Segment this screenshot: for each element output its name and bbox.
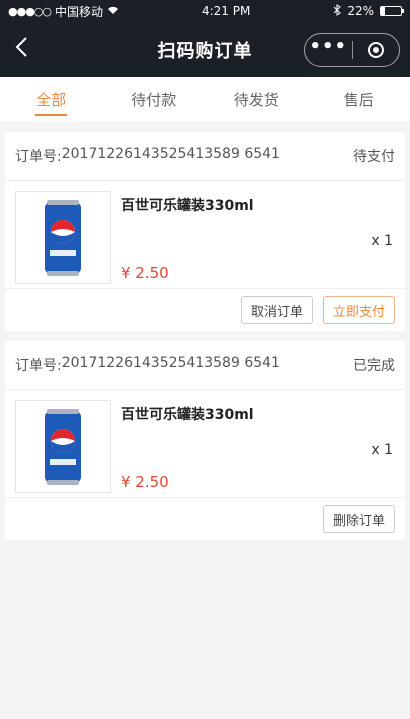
carrier-label: 中国移动: [55, 4, 104, 19]
tab-after-sales[interactable]: 售后: [308, 77, 410, 122]
target-icon: [367, 41, 384, 58]
tab-pending-payment[interactable]: 待付款: [103, 77, 206, 122]
product-image: [15, 191, 111, 284]
order-item[interactable]: 百世可乐罐装330ml ¥ 2.50 x 1: [5, 181, 405, 289]
close-miniprogram-button[interactable]: [353, 34, 400, 66]
more-button[interactable]: •••: [305, 34, 352, 66]
miniprogram-capsule: •••: [304, 32, 400, 67]
more-dots-icon: •••: [309, 35, 347, 57]
product-quantity: x 1: [371, 233, 393, 249]
status-right: 22%: [333, 3, 404, 19]
order-actions: 取消订单 立即支付: [5, 289, 405, 331]
nav-bar: 扫码购订单 •••: [0, 22, 410, 77]
order-number-label: 订单号:: [15, 149, 62, 165]
product-price: ¥ 2.50: [121, 264, 169, 282]
bluetooth-icon: [333, 3, 342, 19]
battery-percent: 22%: [347, 4, 374, 18]
order-card: 订单号: 20171226143525413589 6541 已完成 百世可乐罐…: [5, 341, 405, 540]
status-left: ●●●○○ 中国移动: [8, 3, 119, 20]
order-status: 待支付: [353, 149, 395, 165]
product-name: 百世可乐罐装330ml: [121, 407, 254, 423]
delete-order-button[interactable]: 删除订单: [322, 505, 395, 533]
pay-now-button[interactable]: 立即支付: [322, 296, 395, 324]
page-title: 扫码购订单: [157, 40, 253, 62]
cancel-order-button[interactable]: 取消订单: [240, 296, 313, 324]
order-number-wrap: 订单号: 20171226143525413589 6541: [15, 355, 280, 375]
order-number: 20171226143525413589 6541: [61, 146, 280, 162]
status-bar: ●●●○○ 中国移动 4:21 PM 22%: [0, 0, 410, 22]
order-header: 订单号: 20171226143525413589 6541 待支付: [5, 132, 405, 181]
order-status: 已完成: [353, 358, 395, 374]
tab-all[interactable]: 全部: [0, 77, 103, 122]
battery-icon: [379, 6, 404, 16]
status-time: 4:21 PM: [201, 4, 251, 18]
wifi-icon: [107, 4, 119, 18]
order-number-wrap: 订单号: 20171226143525413589 6541: [15, 146, 280, 166]
signal-dots-icon: ●●●○○: [8, 4, 52, 18]
item-info: 百世可乐罐装330ml ¥ 2.50: [121, 400, 254, 493]
order-item[interactable]: 百世可乐罐装330ml ¥ 2.50 x 1: [5, 390, 405, 498]
product-price: ¥ 2.50: [121, 473, 169, 491]
order-actions: 删除订单: [5, 498, 405, 540]
product-quantity: x 1: [371, 442, 393, 458]
product-name: 百世可乐罐装330ml: [121, 198, 254, 214]
order-header: 订单号: 20171226143525413589 6541 已完成: [5, 341, 405, 390]
tab-pending-shipment[interactable]: 待发货: [205, 77, 308, 122]
order-card: 订单号: 20171226143525413589 6541 待支付 百世可乐罐…: [5, 132, 405, 331]
chevron-left-icon[interactable]: [14, 36, 28, 63]
item-info: 百世可乐罐装330ml ¥ 2.50: [121, 191, 254, 284]
order-tabs: 全部 待付款 待发货 售后: [0, 77, 410, 122]
order-number-label: 订单号:: [15, 358, 62, 374]
order-number: 20171226143525413589 6541: [61, 355, 280, 371]
battery-fill: [380, 7, 386, 15]
product-image: [15, 400, 111, 493]
